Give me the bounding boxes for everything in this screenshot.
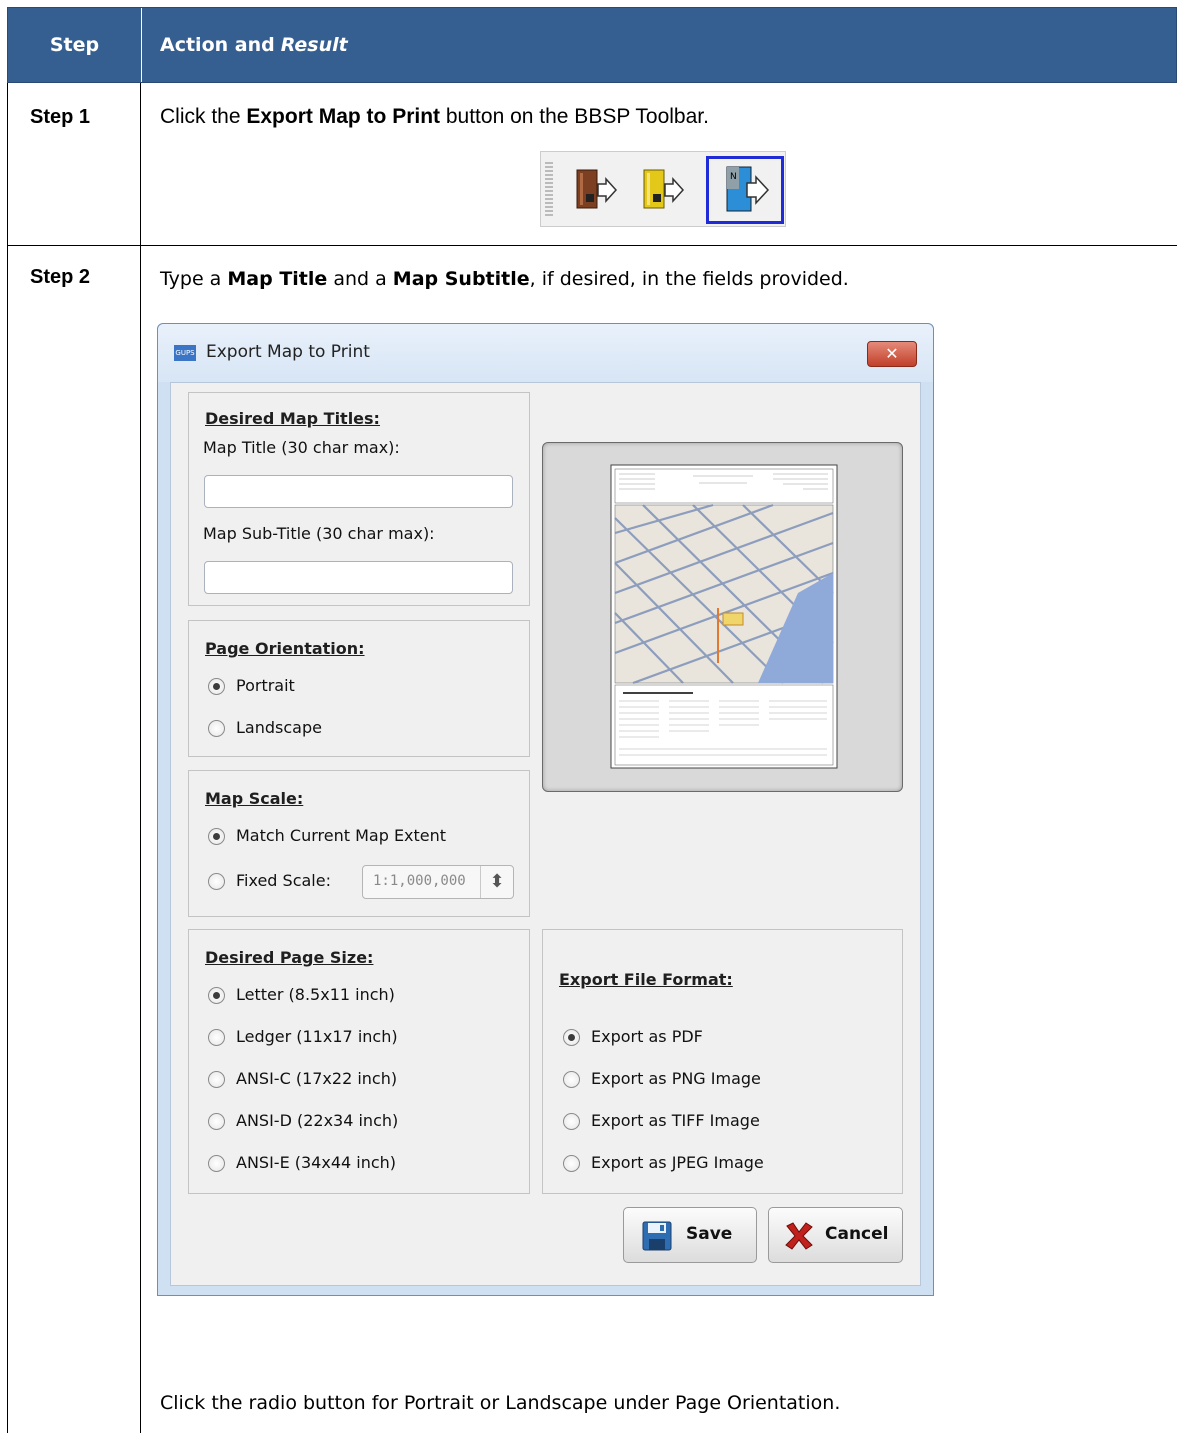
page-size-heading: Desired Page Size: bbox=[205, 948, 374, 967]
landscape-label[interactable]: Landscape bbox=[236, 718, 322, 737]
fixed-scale-label[interactable]: Fixed Scale: bbox=[236, 871, 331, 890]
cancel-button[interactable]: Cancel bbox=[768, 1207, 903, 1263]
map-titles-heading: Desired Map Titles: bbox=[205, 409, 380, 428]
export-yellow-icon[interactable] bbox=[641, 168, 685, 212]
bbsp-toolbar: N bbox=[540, 151, 786, 227]
step2-label: Step 2 bbox=[30, 266, 91, 288]
fixed-scale-radio[interactable] bbox=[208, 873, 225, 890]
step1-text: Click the bbox=[160, 105, 247, 128]
ledger-label[interactable]: Ledger (11x17 inch) bbox=[236, 1027, 398, 1046]
pdf-label[interactable]: Export as PDF bbox=[591, 1027, 703, 1046]
dialog-body: Desired Map Titles: Map Title (30 char m… bbox=[170, 382, 921, 1286]
jpeg-label[interactable]: Export as JPEG Image bbox=[591, 1153, 764, 1172]
header-result-label: Result bbox=[280, 34, 348, 56]
step2-text-1: Type a bbox=[160, 268, 228, 290]
map-titles-group: Desired Map Titles: Map Title (30 char m… bbox=[188, 392, 530, 606]
export-map-to-print-icon: N bbox=[726, 166, 770, 212]
tiff-radio[interactable] bbox=[563, 1113, 580, 1130]
map-preview-image bbox=[610, 464, 838, 769]
pdf-radio[interactable] bbox=[563, 1029, 580, 1046]
step1-label: Step 1 bbox=[30, 106, 91, 128]
step2-bold-2: Map Subtitle bbox=[392, 268, 530, 290]
page-orientation-heading: Page Orientation: bbox=[205, 639, 365, 658]
table-column-divider bbox=[140, 83, 141, 1433]
step2-instruction: Type a Map Title and a Map Subtitle, if … bbox=[160, 268, 849, 290]
map-scale-heading: Map Scale: bbox=[205, 789, 304, 808]
header-action-label: Action and bbox=[160, 34, 275, 56]
map-preview bbox=[542, 442, 903, 792]
page-orientation-group: Page Orientation: Portrait Landscape bbox=[188, 620, 530, 757]
map-title-label: Map Title (30 char max): bbox=[203, 438, 400, 457]
table-left-border bbox=[7, 83, 8, 1433]
jpeg-radio[interactable] bbox=[563, 1155, 580, 1172]
portrait-radio[interactable] bbox=[208, 678, 225, 695]
step1-text-after: button on the BBSP Toolbar. bbox=[440, 105, 709, 128]
map-title-input[interactable] bbox=[204, 475, 513, 508]
page-size-group: Desired Page Size: Letter (8.5x11 inch) … bbox=[188, 929, 530, 1194]
match-extent-label[interactable]: Match Current Map Extent bbox=[236, 826, 446, 845]
tiff-label[interactable]: Export as TIFF Image bbox=[591, 1111, 760, 1130]
step2-text-2: and a bbox=[327, 268, 393, 290]
landscape-radio[interactable] bbox=[208, 720, 225, 737]
portrait-label[interactable]: Portrait bbox=[236, 676, 295, 695]
ansi-d-label[interactable]: ANSI-D (22x34 inch) bbox=[236, 1111, 398, 1130]
step2-bold-1: Map Title bbox=[227, 268, 328, 290]
fixed-scale-value: 1:1,000,000 bbox=[373, 873, 466, 889]
png-radio[interactable] bbox=[563, 1071, 580, 1088]
header-divider bbox=[141, 8, 142, 82]
letter-radio[interactable] bbox=[208, 987, 225, 1004]
export-map-to-print-button[interactable]: N bbox=[706, 156, 784, 224]
svg-text:N: N bbox=[730, 172, 737, 182]
export-brown-icon[interactable] bbox=[574, 168, 618, 212]
export-map-dialog: GUPS Export Map to Print ✕ Desired Map T… bbox=[157, 323, 934, 1296]
fixed-scale-spinner[interactable]: 1:1,000,000 ⬍ bbox=[362, 865, 514, 899]
ansi-d-radio[interactable] bbox=[208, 1113, 225, 1130]
match-extent-radio[interactable] bbox=[208, 828, 225, 845]
ansi-c-label[interactable]: ANSI-C (17x22 inch) bbox=[236, 1069, 397, 1088]
map-scale-group: Map Scale: Match Current Map Extent Fixe… bbox=[188, 770, 530, 917]
gups-logo-icon: GUPS bbox=[174, 345, 196, 361]
export-format-heading: Export File Format: bbox=[559, 970, 733, 989]
ansi-c-radio[interactable] bbox=[208, 1071, 225, 1088]
png-label[interactable]: Export as PNG Image bbox=[591, 1069, 761, 1088]
ansi-e-radio[interactable] bbox=[208, 1155, 225, 1172]
close-button[interactable]: ✕ bbox=[867, 341, 917, 367]
toolbar-grip[interactable] bbox=[545, 162, 553, 218]
export-format-group: Export File Format: Export as PDF Export… bbox=[542, 929, 903, 1194]
step1-instruction: Click the Export Map to Print button on … bbox=[160, 105, 709, 129]
ansi-e-label[interactable]: ANSI-E (34x44 inch) bbox=[236, 1153, 396, 1172]
dialog-title-bar[interactable]: GUPS Export Map to Print ✕ bbox=[158, 324, 933, 382]
table-header: Step Action and Result bbox=[7, 7, 1177, 83]
letter-label[interactable]: Letter (8.5x11 inch) bbox=[236, 985, 395, 1004]
save-button[interactable]: Save bbox=[623, 1207, 757, 1263]
red-x-icon bbox=[785, 1222, 813, 1250]
map-subtitle-input[interactable] bbox=[204, 561, 513, 594]
floppy-disk-icon bbox=[642, 1221, 672, 1251]
map-subtitle-label: Map Sub-Title (30 char max): bbox=[203, 524, 435, 543]
cancel-label: Cancel bbox=[825, 1224, 889, 1244]
step2-followup-instruction: Click the radio button for Portrait or L… bbox=[160, 1392, 841, 1414]
header-action: Action and Result bbox=[160, 8, 348, 82]
step2-text-3: , if desired, in the fields provided. bbox=[529, 268, 849, 290]
step1-bold: Export Map to Print bbox=[246, 105, 441, 128]
dialog-title: Export Map to Print bbox=[206, 342, 370, 362]
spinner-arrows-icon[interactable]: ⬍ bbox=[480, 866, 513, 898]
header-step: Step bbox=[49, 34, 100, 56]
row-divider bbox=[7, 245, 1177, 246]
save-label: Save bbox=[686, 1224, 733, 1244]
ledger-radio[interactable] bbox=[208, 1029, 225, 1046]
